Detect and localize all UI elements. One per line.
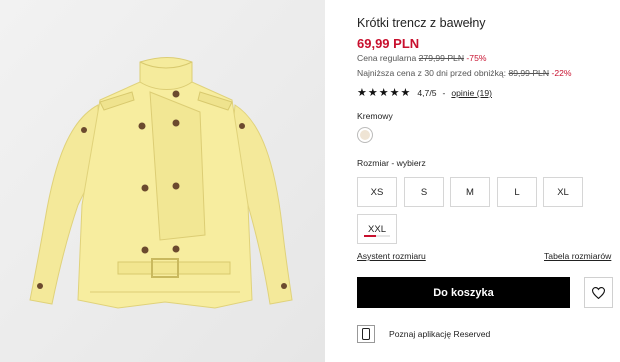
heart-icon	[592, 286, 605, 299]
size-option-s[interactable]: S	[404, 177, 444, 207]
size-option-xxl[interactable]: XXL	[357, 214, 397, 244]
size-assistant-link[interactable]: Asystent rozmiaru	[357, 251, 426, 261]
size-option-label: XXL	[368, 223, 386, 235]
size-hint: wybierz	[396, 158, 426, 168]
size-label: Rozmiar -	[357, 158, 395, 168]
size-option-label: XL	[557, 186, 569, 198]
reviews-link[interactable]: opinie (19)	[451, 88, 492, 98]
coat-illustration	[0, 0, 325, 362]
phone-icon	[357, 325, 375, 343]
lowest-discount: -22%	[551, 68, 572, 78]
size-option-label: L	[514, 186, 520, 198]
current-price: 69,99 PLN	[357, 36, 420, 51]
size-table-link[interactable]: Tabela rozmiarów	[544, 251, 611, 261]
lowest-price: 89,99 PLN	[508, 68, 550, 78]
star-icon: ★	[400, 86, 411, 99]
size-option-label: S	[420, 186, 428, 198]
color-name: Kremowy	[357, 111, 393, 121]
regular-price: 279,99 PLN	[418, 53, 465, 63]
rating-stars: ★ ★ ★ ★ ★	[357, 86, 411, 99]
app-promo-text: Poznaj aplikację Reserved	[389, 329, 491, 339]
star-icon: ★	[367, 86, 378, 99]
star-icon: ★	[378, 86, 389, 99]
wishlist-button[interactable]	[584, 277, 613, 308]
size-option-m[interactable]: M	[450, 177, 490, 207]
size-option-l[interactable]: L	[497, 177, 537, 207]
lowest-price-line: Najniższa cena z 30 dni przed obniżką: 8…	[357, 68, 572, 78]
rating-separator: -	[442, 88, 446, 98]
rating-row: ★ ★ ★ ★ ★ 4,7/5 - opinie (19)	[357, 87, 492, 99]
regular-price-line: Cena regularna 279,99 PLN -75%	[357, 53, 486, 63]
star-icon: ★	[389, 86, 400, 99]
low-stock-fill	[364, 235, 376, 237]
low-stock-indicator	[364, 235, 390, 237]
size-option-xs[interactable]: XS	[357, 177, 397, 207]
size-option-label: M	[466, 186, 474, 198]
star-icon: ★	[357, 86, 367, 99]
size-label-row: Rozmiar - wybierz	[357, 158, 426, 168]
rating-value: 4,7/5	[417, 88, 437, 98]
regular-discount: -75%	[466, 53, 487, 63]
product-details: Krótki trencz z bawełny 69,99 PLN Cena r…	[357, 0, 620, 362]
regular-price-label: Cena regularna	[357, 53, 417, 63]
add-to-cart-button[interactable]: Do koszyka	[357, 277, 570, 308]
app-promo[interactable]: Poznaj aplikację Reserved	[357, 325, 490, 343]
color-swatch-cream[interactable]	[357, 127, 373, 143]
lowest-price-label: Najniższa cena z 30 dni przed obniżką:	[357, 68, 507, 78]
product-image[interactable]	[0, 0, 325, 362]
product-title: Krótki trencz z bawełny	[357, 16, 486, 30]
size-option-xl[interactable]: XL	[543, 177, 583, 207]
size-option-label: XS	[370, 186, 384, 198]
